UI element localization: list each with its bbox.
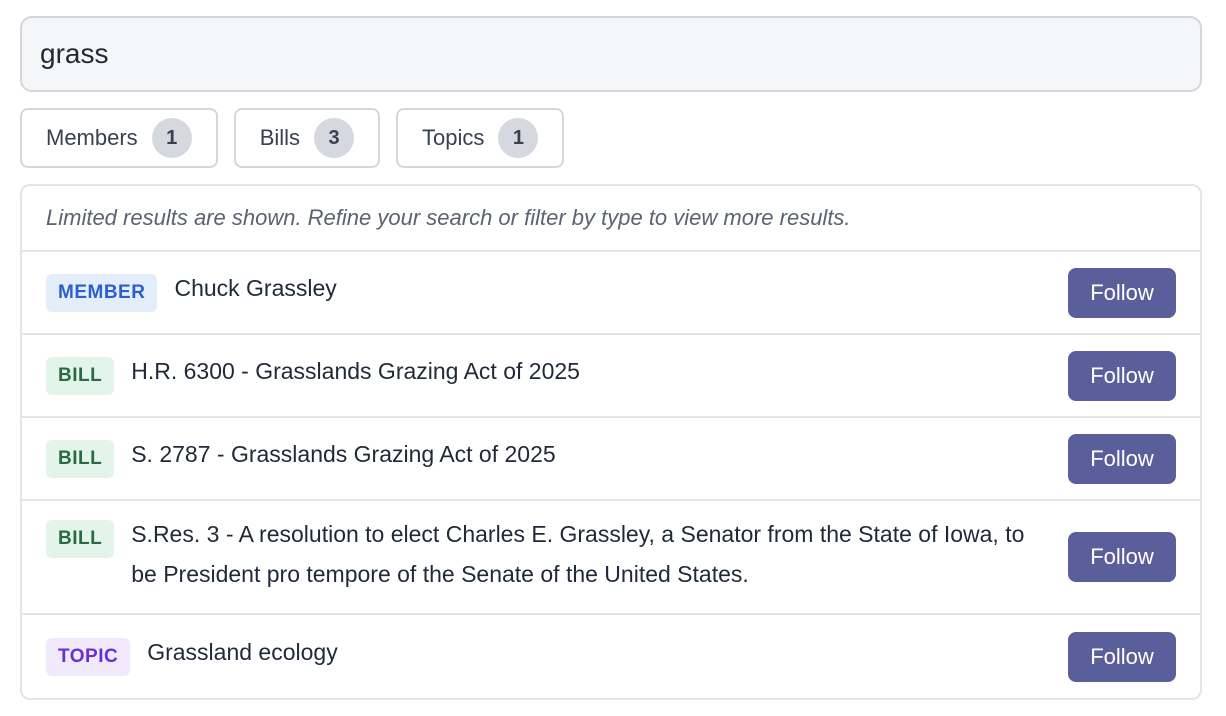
result-title[interactable]: Chuck Grassley xyxy=(174,268,336,308)
result-title[interactable]: S.Res. 3 - A resolution to elect Charles… xyxy=(131,514,1031,594)
result-row: BILL S. 2787 - Grasslands Grazing Act of… xyxy=(22,418,1200,501)
tab-label: Members xyxy=(46,125,138,150)
filter-tabs: Members 1 Bills 3 Topics 1 xyxy=(20,108,565,168)
result-row: BILL S.Res. 3 - A resolution to elect Ch… xyxy=(22,501,1200,615)
follow-button[interactable]: Follow xyxy=(1068,350,1176,401)
result-title[interactable]: H.R. 6300 - Grasslands Grazing Act of 20… xyxy=(131,351,580,391)
result-content: TOPIC Grassland ecology xyxy=(46,638,1068,676)
count-badge: 1 xyxy=(151,118,192,158)
tab-bills[interactable]: Bills 3 xyxy=(233,108,381,168)
result-content: BILL S. 2787 - Grasslands Grazing Act of… xyxy=(46,439,1068,478)
result-row: MEMBER Chuck Grassley Follow xyxy=(22,252,1200,335)
result-title[interactable]: S. 2787 - Grasslands Grazing Act of 2025 xyxy=(131,434,555,474)
search-page: Members 1 Bills 3 Topics 1 Limited resul… xyxy=(0,0,1226,716)
follow-button[interactable]: Follow xyxy=(1068,532,1176,582)
result-row: BILL H.R. 6300 - Grasslands Grazing Act … xyxy=(22,335,1200,418)
follow-button[interactable]: Follow xyxy=(1068,632,1176,682)
type-badge: BILL xyxy=(46,439,115,478)
type-badge: MEMBER xyxy=(46,273,158,312)
results-panel: Limited results are shown. Refine your s… xyxy=(20,184,1202,700)
count-badge: 3 xyxy=(314,118,355,158)
limited-results-notice: Limited results are shown. Refine your s… xyxy=(22,186,1200,252)
tab-label: Topics xyxy=(422,125,485,150)
result-content: BILL S.Res. 3 - A resolution to elect Ch… xyxy=(46,520,1068,594)
follow-button[interactable]: Follow xyxy=(1068,433,1176,484)
tab-members[interactable]: Members 1 xyxy=(20,108,218,168)
follow-button[interactable]: Follow xyxy=(1068,267,1176,318)
result-content: BILL H.R. 6300 - Grasslands Grazing Act … xyxy=(46,356,1068,395)
search-input[interactable] xyxy=(22,18,1200,90)
type-badge: BILL xyxy=(46,520,115,558)
tab-topics[interactable]: Topics 1 xyxy=(396,108,565,168)
count-badge: 1 xyxy=(498,118,539,158)
type-badge: BILL xyxy=(46,356,115,395)
type-badge: TOPIC xyxy=(46,638,131,676)
result-title[interactable]: Grassland ecology xyxy=(147,632,338,672)
result-content: MEMBER Chuck Grassley xyxy=(46,273,1068,312)
tab-label: Bills xyxy=(259,125,301,150)
search-box xyxy=(20,16,1202,92)
result-row: TOPIC Grassland ecology Follow xyxy=(22,615,1200,698)
